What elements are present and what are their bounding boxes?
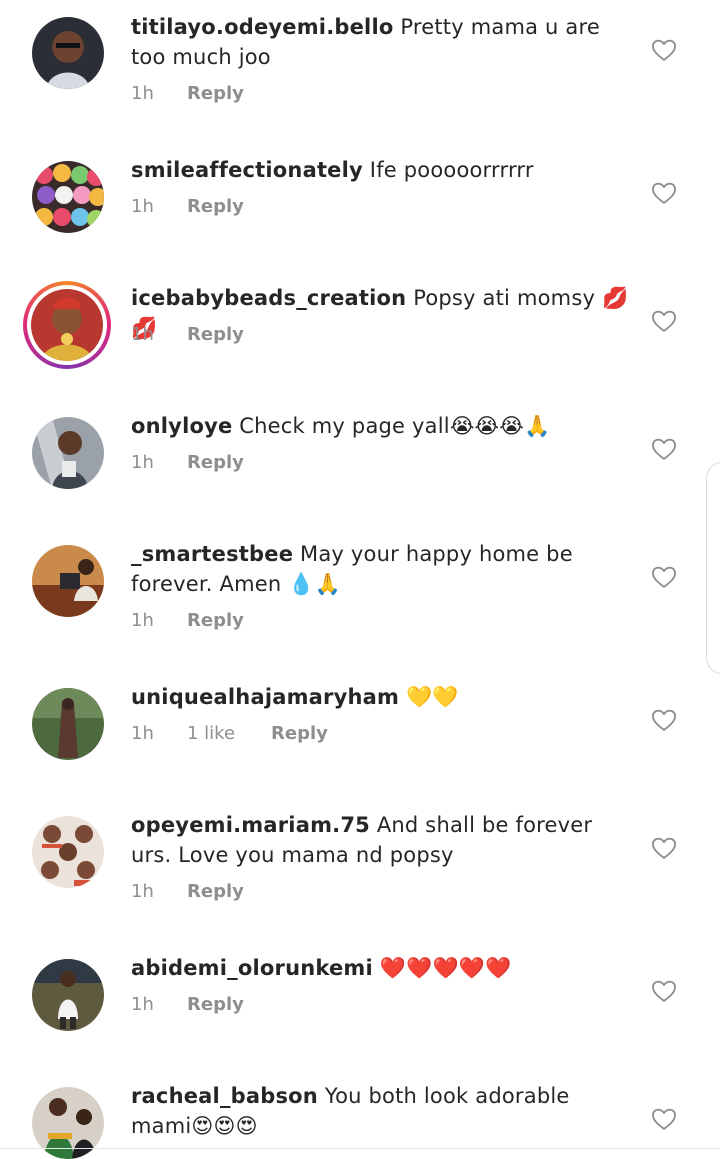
comment-username[interactable]: uniquealhajamaryham	[131, 685, 399, 709]
comment-username[interactable]: _smartestbee	[131, 542, 293, 566]
comment-text: titilayo.odeyemi.bello Pretty mama u are…	[131, 12, 631, 72]
avatar-photo	[31, 289, 103, 361]
comment-message: 💛💛	[399, 685, 459, 709]
comment-meta: 1h Reply	[131, 195, 244, 219]
comment-username[interactable]: abidemi_olorunkemi	[131, 956, 373, 980]
comment-username[interactable]: racheal_babson	[131, 1084, 318, 1108]
comment-text: opeyemi.mariam.75 And shall be forever u…	[131, 810, 631, 870]
avatar-photo	[32, 161, 104, 233]
avatar-photo	[32, 545, 104, 617]
comment-meta: 1h 1 like Reply	[131, 722, 328, 746]
comment-time: 1h	[131, 452, 154, 473]
like-heart-icon[interactable]	[650, 977, 678, 1005]
comment-text: onlyloye Check my page yall😭😭😭🙏	[131, 411, 631, 441]
comment-list: titilayo.odeyemi.bello Pretty mama u are…	[0, 0, 720, 1159]
avatar-photo	[32, 959, 104, 1031]
comment-time: 1h	[131, 83, 154, 104]
like-heart-icon[interactable]	[650, 307, 678, 335]
reply-button[interactable]: Reply	[187, 451, 244, 475]
comment-time: 1h	[131, 324, 154, 345]
avatar[interactable]	[32, 417, 104, 489]
comment-text: _smartestbee May your happy home be fore…	[131, 539, 631, 599]
like-heart-icon[interactable]	[650, 179, 678, 207]
edge-scroll-handle[interactable]	[706, 462, 720, 674]
comment-username[interactable]: onlyloye	[131, 414, 232, 438]
comment-time: 1h	[131, 881, 154, 902]
comment-message: Ife pooooorrrrrr	[362, 158, 534, 182]
reply-button[interactable]: Reply	[187, 880, 244, 904]
story-ring[interactable]	[23, 281, 111, 369]
avatar-photo	[32, 17, 104, 89]
avatar-photo	[32, 688, 104, 760]
like-heart-icon[interactable]	[650, 1105, 678, 1133]
avatar-photo	[32, 816, 104, 888]
comment-message: Check my page yall😭😭😭🙏	[232, 414, 551, 438]
reply-button[interactable]: Reply	[187, 82, 244, 106]
avatar-photo	[32, 417, 104, 489]
comment-text: uniquealhajamaryham 💛💛	[131, 682, 631, 712]
comment-time: 1h	[131, 723, 154, 744]
avatar[interactable]	[32, 17, 104, 89]
comment-meta: 1h Reply	[131, 880, 244, 904]
like-heart-icon[interactable]	[650, 563, 678, 591]
comment-meta: 1h Reply	[131, 609, 244, 633]
comment-meta: 1h Reply	[131, 993, 244, 1017]
bottom-divider	[0, 1148, 720, 1149]
comment-time: 1h	[131, 610, 154, 631]
avatar[interactable]	[32, 161, 104, 233]
like-heart-icon[interactable]	[650, 706, 678, 734]
avatar[interactable]	[32, 688, 104, 760]
comment-like-count[interactable]: 1 like	[187, 722, 271, 746]
comment-message: ❤️❤️❤️❤️❤️	[372, 956, 512, 980]
comment-meta: 1h Reply	[131, 451, 244, 475]
like-heart-icon[interactable]	[650, 834, 678, 862]
comment-text: racheal_babson You both look adorable ma…	[131, 1081, 631, 1141]
comment-username[interactable]: titilayo.odeyemi.bello	[131, 15, 393, 39]
reply-button[interactable]: Reply	[187, 993, 244, 1017]
comment-text: abidemi_olorunkemi ❤️❤️❤️❤️❤️	[131, 953, 631, 983]
comment-text: smileaffectionately Ife pooooorrrrrr	[131, 155, 631, 185]
like-heart-icon[interactable]	[650, 36, 678, 64]
reply-button[interactable]: Reply	[271, 722, 328, 746]
comment-meta: 1h Reply	[131, 82, 244, 106]
like-heart-icon[interactable]	[650, 435, 678, 463]
comment-username[interactable]: icebabybeads_creation	[131, 286, 406, 310]
avatar[interactable]	[32, 959, 104, 1031]
comment-time: 1h	[131, 994, 154, 1015]
comment-meta: 1h Reply	[131, 323, 244, 347]
avatar[interactable]	[32, 545, 104, 617]
avatar	[31, 289, 103, 361]
reply-button[interactable]: Reply	[187, 609, 244, 633]
reply-button[interactable]: Reply	[187, 195, 244, 219]
reply-button[interactable]: Reply	[187, 323, 244, 347]
comment-username[interactable]: smileaffectionately	[131, 158, 363, 182]
comment-username[interactable]: opeyemi.mariam.75	[131, 813, 370, 837]
comment-time: 1h	[131, 196, 154, 217]
avatar[interactable]	[32, 816, 104, 888]
